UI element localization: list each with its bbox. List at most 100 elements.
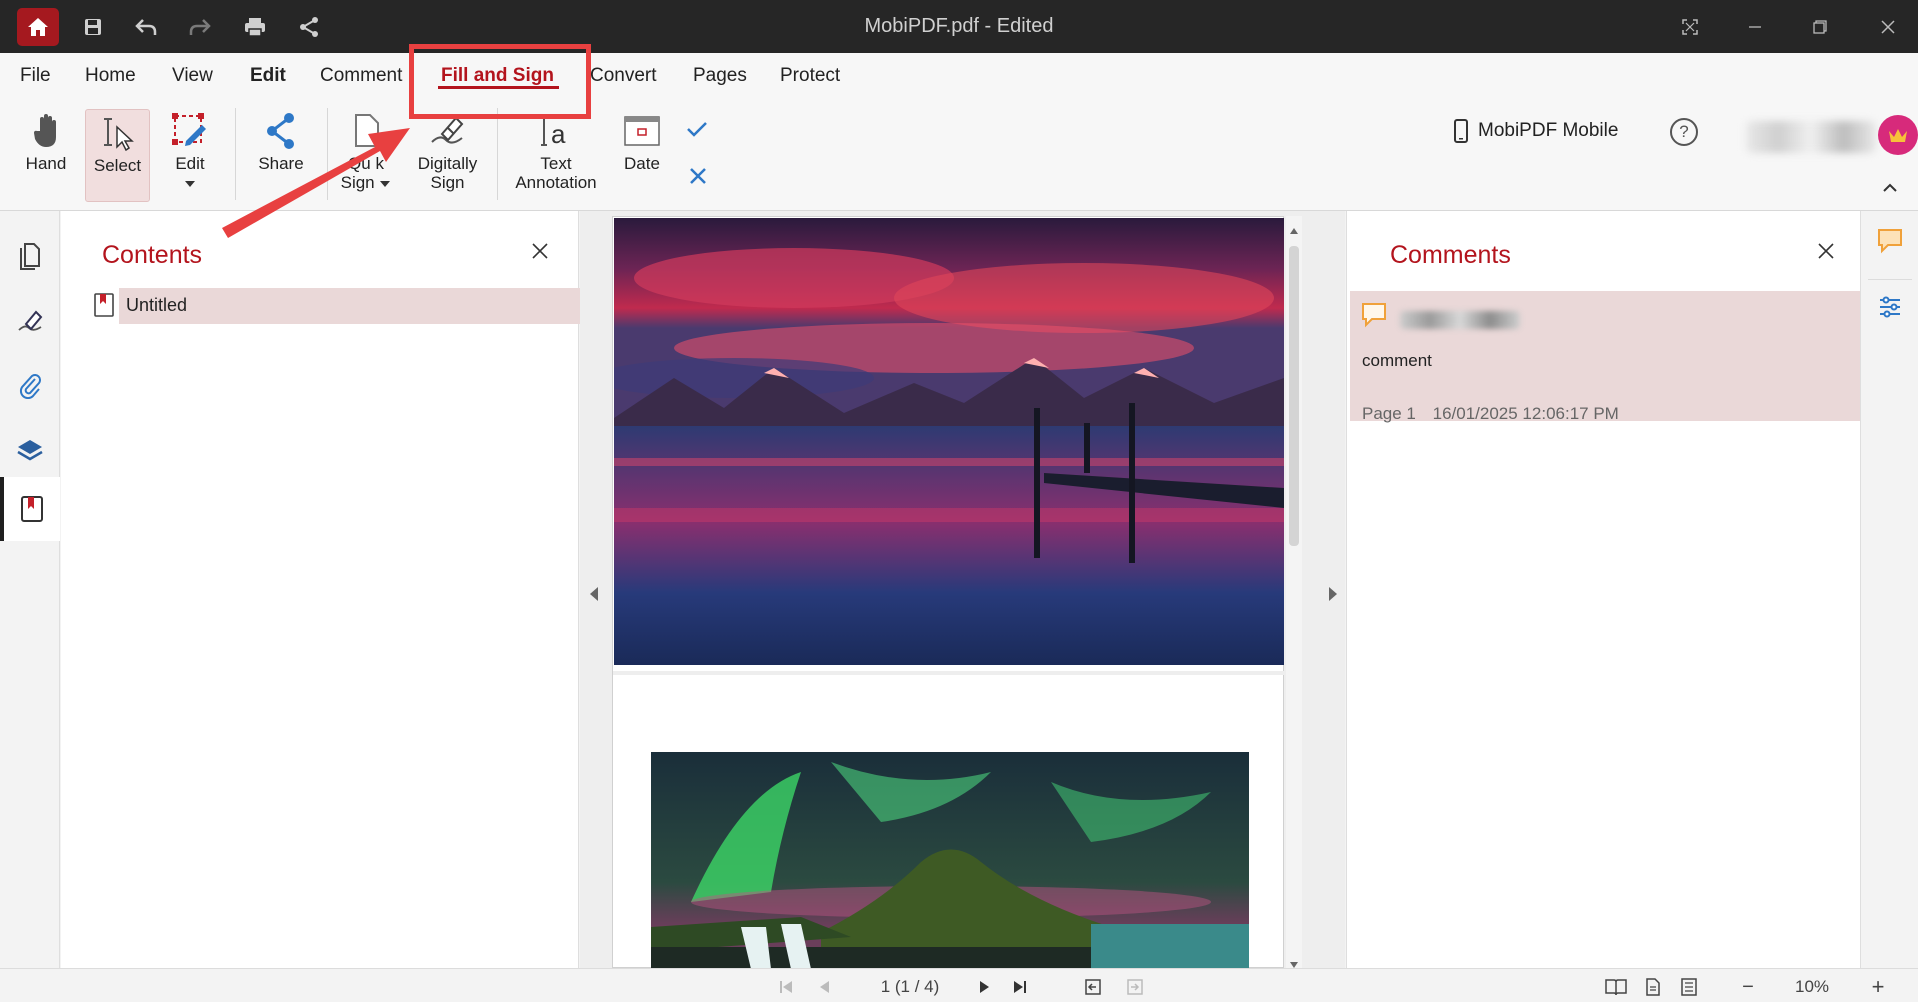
print-icon[interactable]	[240, 12, 270, 42]
home-icon[interactable]	[17, 8, 59, 46]
fullscreen-icon[interactable]	[1670, 10, 1710, 44]
menu-convert[interactable]: Convert	[590, 65, 657, 87]
scroll-thumb[interactable]	[1289, 246, 1299, 546]
svg-text:a: a	[551, 119, 566, 149]
undo-icon[interactable]	[131, 12, 161, 42]
digitally-sign-label-top: Digitally	[417, 154, 478, 173]
next-view-icon[interactable]	[1124, 976, 1146, 998]
pages-thumbnail-icon[interactable]	[0, 228, 60, 284]
edit-icon	[160, 108, 220, 154]
menu-file[interactable]: File	[20, 65, 51, 87]
close-comments-icon[interactable]	[1814, 239, 1838, 263]
bookmark-icon	[94, 293, 114, 322]
menu-home[interactable]: Home	[85, 65, 136, 87]
mobile-label: MobiPDF Mobile	[1478, 120, 1619, 141]
menu-pages[interactable]: Pages	[693, 65, 747, 87]
menu-comment[interactable]: Comment	[320, 65, 402, 87]
window-title: MobiPDF.pdf - Edited	[864, 15, 1054, 37]
collapse-ribbon-icon[interactable]	[1878, 176, 1902, 200]
pdf-page	[612, 216, 1285, 969]
select-tool[interactable]: Select	[85, 109, 150, 202]
vertical-scrollbar[interactable]	[1286, 216, 1302, 968]
page-indicator[interactable]: 1 (1 / 4)	[860, 976, 960, 998]
comments-title: Comments	[1390, 241, 1511, 269]
filter-settings-icon[interactable]	[1878, 295, 1902, 324]
scroll-up-icon[interactable]	[1289, 222, 1299, 240]
checkmark-icon[interactable]	[686, 120, 708, 143]
zoom-level[interactable]: 10%	[1780, 976, 1844, 998]
text-annotation-label-top: Text	[540, 154, 572, 173]
zoom-in-button[interactable]: +	[1866, 974, 1890, 999]
previous-view-icon[interactable]	[1082, 976, 1104, 998]
lake-sunset-image	[614, 218, 1284, 665]
date-label: Date	[624, 154, 660, 173]
maximize-icon[interactable]	[1800, 10, 1840, 44]
reading-mode-icon[interactable]	[1604, 976, 1628, 998]
minimize-icon[interactable]	[1735, 10, 1775, 44]
phone-icon	[1454, 119, 1468, 143]
calendar-icon	[614, 108, 670, 154]
text-annotation-tool[interactable]: a Text Annotation	[508, 108, 604, 192]
comment-timestamp: 16/01/2025 12:06:17 PM	[1432, 404, 1619, 423]
hand-icon	[16, 108, 76, 154]
first-page-icon[interactable]	[776, 976, 796, 998]
bookmark-label: Untitled	[126, 295, 188, 315]
previous-page-icon[interactable]	[814, 976, 834, 998]
quick-sign-tool[interactable]: Qu k Sign	[336, 108, 396, 192]
redo-icon[interactable]	[185, 12, 215, 42]
edit-tool[interactable]: Edit	[160, 108, 220, 187]
avatar[interactable]	[1878, 115, 1918, 155]
close-contents-icon[interactable]	[528, 239, 552, 263]
layers-icon[interactable]	[0, 422, 60, 478]
ribbon-divider	[327, 108, 328, 200]
user-name[interactable]	[1746, 121, 1876, 153]
contents-panel: Contents Untitled	[61, 211, 637, 968]
save-icon[interactable]	[78, 12, 108, 42]
last-page-icon[interactable]	[1010, 976, 1030, 998]
comment-icon	[1360, 301, 1388, 334]
continuous-scroll-icon[interactable]	[1678, 976, 1700, 998]
comments-panel-icon[interactable]	[1876, 227, 1904, 260]
share-icon[interactable]	[294, 12, 324, 42]
highlight-box	[409, 44, 591, 119]
document-viewer[interactable]	[580, 211, 1345, 969]
single-page-icon[interactable]	[1642, 976, 1664, 998]
help-button[interactable]: ?	[1670, 118, 1698, 146]
digitally-sign-tool[interactable]: Digitally Sign	[410, 108, 485, 192]
quick-sign-label-top: Qu k	[348, 154, 384, 173]
zoom-out-button[interactable]: −	[1736, 976, 1760, 998]
text-annotation-label-bottom: Annotation	[515, 173, 597, 192]
collapse-right-panel-icon[interactable]	[1324, 581, 1342, 607]
chevron-down-icon	[380, 181, 391, 187]
signature-panel-icon[interactable]	[0, 293, 60, 349]
hand-label: Hand	[25, 154, 67, 173]
comment-card[interactable]: comment Page 1 16/01/2025 12:06:17 PM	[1350, 291, 1860, 423]
attachment-icon[interactable]	[0, 357, 60, 413]
aurora-mountain-image	[651, 752, 1249, 969]
select-label: Select	[93, 156, 142, 175]
quick-sign-label-bottom: Sign	[336, 173, 396, 192]
date-tool[interactable]: Date	[614, 108, 670, 173]
menu-view[interactable]: View	[172, 65, 213, 87]
close-icon[interactable]	[1868, 10, 1908, 44]
quick-sign-icon	[336, 108, 396, 154]
cross-icon[interactable]	[688, 166, 708, 191]
mobipdf-mobile-link[interactable]: MobiPDF Mobile	[1454, 119, 1618, 143]
contents-title: Contents	[102, 241, 203, 269]
next-page-icon[interactable]	[975, 976, 995, 998]
page-divider	[613, 671, 1285, 675]
comments-panel: Comments comment Page 1 16/01/2025 12:06…	[1346, 211, 1861, 968]
menu-edit[interactable]: Edit	[250, 65, 286, 87]
ribbon-divider	[497, 108, 498, 200]
hand-tool[interactable]: Hand	[16, 108, 76, 173]
list-item[interactable]	[119, 288, 637, 324]
digitally-sign-label-bottom: Sign	[430, 173, 465, 192]
select-cursor-icon	[86, 110, 149, 156]
menu-protect[interactable]: Protect	[780, 65, 840, 87]
comment-page: Page 1	[1362, 404, 1416, 423]
collapse-left-panel-icon[interactable]	[585, 581, 603, 607]
share-tool[interactable]: Share	[250, 108, 312, 173]
bookmarks-icon[interactable]	[0, 477, 60, 541]
edit-label: Edit	[175, 154, 205, 173]
rail-divider	[1868, 279, 1912, 280]
